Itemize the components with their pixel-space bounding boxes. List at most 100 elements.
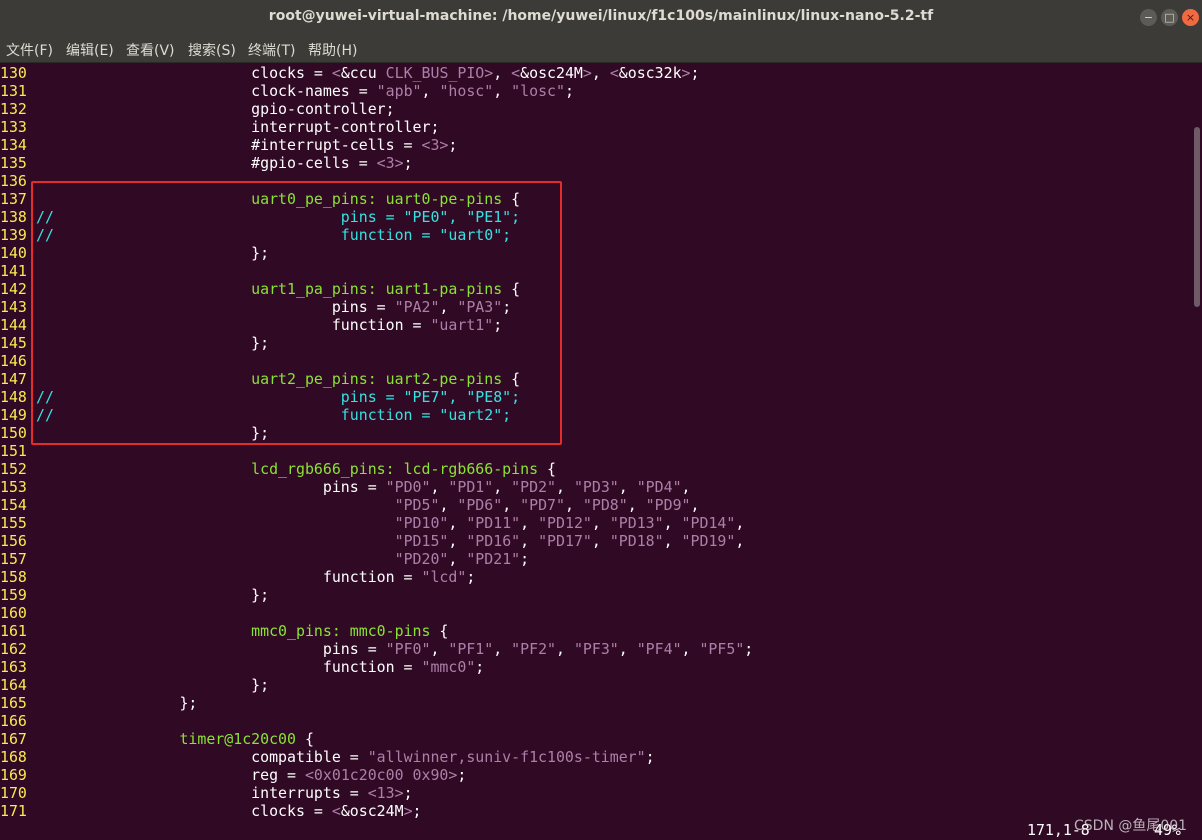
code-line: 133 interrupt-controller; (0, 118, 439, 136)
code-line: 162 pins = "PF0", "PF1", "PF2", "PF3", "… (0, 640, 753, 658)
code-token: , (448, 532, 467, 550)
code-token: , (421, 82, 440, 100)
code-token: "PD17" (538, 532, 592, 550)
code-token: ; (448, 136, 458, 154)
code-token: }; (36, 676, 270, 694)
code-token: , (591, 532, 610, 550)
line-number: 163 (0, 658, 27, 676)
code-token: interrupt-controller; (36, 118, 440, 136)
code-token: CLK_BUS_PIO> (376, 64, 494, 82)
code-token: , (439, 496, 458, 514)
code-token: "PD7" (520, 496, 565, 514)
line-number: 130 (0, 64, 27, 82)
code-line: 157 "PD20", "PD21"; (0, 550, 529, 568)
code-line: 170 interrupts = <13>; (0, 784, 413, 802)
code-token: ; (690, 64, 700, 82)
code-line: 131 clock-names = "apb", "hosc", "losc"; (0, 82, 574, 100)
code-token: { (295, 730, 314, 748)
code-token: , (448, 550, 467, 568)
menu-search[interactable]: 搜索(S) (188, 40, 236, 60)
code-token: ; (403, 154, 413, 172)
terminal-editor[interactable]: 130 clocks = <&ccu CLK_BUS_PIO>, <&osc24… (0, 63, 1190, 840)
scrollbar[interactable] (1190, 63, 1202, 840)
line-number: 158 (0, 568, 27, 586)
code-token: clocks = (36, 64, 332, 82)
code-token: "PD18" (609, 532, 664, 550)
highlight-box (31, 181, 562, 445)
line-number: 169 (0, 766, 27, 784)
code-token: > (403, 802, 413, 820)
code-token: , (556, 640, 574, 658)
code-line: 130 clocks = <&ccu CLK_BUS_PIO>, <&osc24… (0, 64, 699, 82)
line-number: 154 (0, 496, 27, 514)
code-line: 153 pins = "PD0", "PD1", "PD2", "PD3", "… (0, 478, 691, 496)
code-token: interrupts = (36, 784, 368, 802)
menu-edit[interactable]: 编辑(E) (66, 40, 114, 60)
line-number: 168 (0, 748, 27, 766)
menu-terminal[interactable]: 终端(T) (248, 40, 295, 60)
code-token: "PD5" (394, 496, 440, 514)
window-title: root@yuwei-virtual-machine: /home/yuwei/… (268, 8, 934, 24)
code-line: 164 }; (0, 676, 269, 694)
code-token: , (690, 496, 700, 514)
line-number: 131 (0, 82, 27, 100)
code-token: "PF1" (448, 640, 494, 658)
code-token: "PD15" (394, 532, 449, 550)
code-token: "PD20" (394, 550, 449, 568)
code-line: 135 #gpio-cells = <3>; (0, 154, 413, 172)
code-token: "mmc0" (421, 658, 476, 676)
code-line: 151 (0, 442, 36, 460)
menu-file[interactable]: 文件(F) (6, 40, 53, 60)
line-number: 151 (0, 442, 27, 460)
close-button[interactable]: × (1182, 9, 1199, 26)
code-token: "PD13" (609, 514, 664, 532)
code-token: "PD14" (681, 514, 736, 532)
code-token: &ccu (340, 64, 377, 82)
code-token: }; (36, 694, 198, 712)
code-token: < (331, 802, 341, 820)
menu-view[interactable]: 查看(V) (126, 40, 175, 60)
code-token: < (609, 64, 619, 82)
code-token: "PD3" (573, 478, 619, 496)
code-token: , (430, 478, 449, 496)
window-titlebar: root@yuwei-virtual-machine: /home/yuwei/… (0, 0, 1202, 36)
code-token: <3> (421, 136, 449, 154)
line-number: 161 (0, 622, 27, 640)
line-number: 135 (0, 154, 27, 172)
code-token: > (681, 64, 691, 82)
code-token: "PD6" (457, 496, 503, 514)
line-number: 152 (0, 460, 27, 478)
line-number: 155 (0, 514, 27, 532)
code-line: 156 "PD15", "PD16", "PD17", "PD18", "PD1… (0, 532, 744, 550)
code-token: { (538, 460, 556, 478)
code-token: ; (564, 82, 574, 100)
code-token: "PD0" (385, 478, 431, 496)
line-number: 162 (0, 640, 27, 658)
code-line: 134 #interrupt-cells = <3>; (0, 136, 457, 154)
code-line: 161 mmc0_pins: mmc0-pins { (0, 622, 448, 640)
code-token: &osc24M (340, 802, 404, 820)
code-line: 152 lcd_rgb666_pins: lcd-rgb666-pins { (0, 460, 556, 478)
minimize-button[interactable]: − (1140, 9, 1157, 26)
menu-help[interactable]: 帮助(H) (308, 40, 357, 60)
code-line: 163 function = "mmc0"; (0, 658, 484, 676)
code-token: "PD10" (394, 514, 449, 532)
code-token: , (430, 640, 449, 658)
code-line: 132 gpio-controller; (0, 100, 395, 118)
code-line: 159 }; (0, 586, 269, 604)
code-token: , (735, 532, 745, 550)
code-token: timer@1c20c00 (36, 730, 296, 748)
code-line: 158 function = "lcd"; (0, 568, 475, 586)
code-line: 155 "PD10", "PD11", "PD12", "PD13", "PD1… (0, 514, 744, 532)
line-number: 167 (0, 730, 27, 748)
scrollbar-thumb[interactable] (1194, 127, 1200, 307)
line-number: 134 (0, 136, 27, 154)
code-token: , (556, 478, 574, 496)
code-token: > (582, 64, 592, 82)
line-number: 171 (0, 802, 27, 820)
maximize-button[interactable]: □ (1161, 9, 1178, 26)
code-token: ; (403, 784, 413, 802)
code-token: #gpio-cells = (36, 154, 377, 172)
